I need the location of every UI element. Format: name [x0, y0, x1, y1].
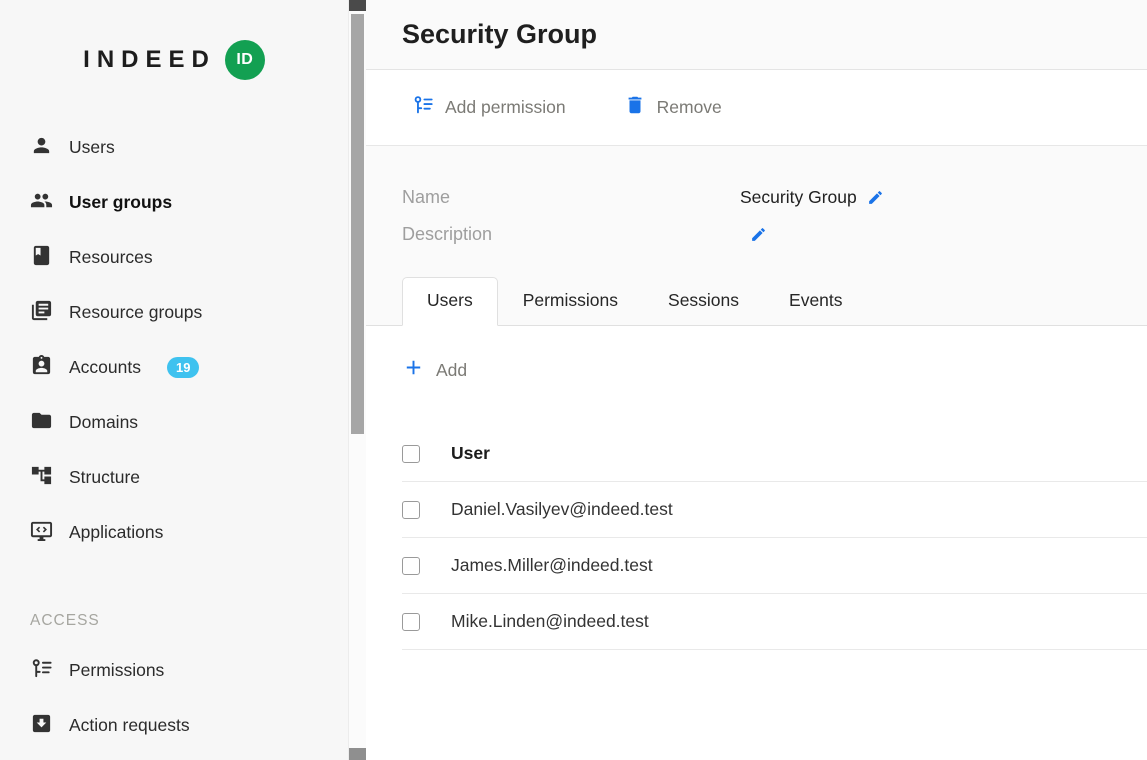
sidebar-item-resource-groups[interactable]: Resource groups	[0, 285, 348, 340]
group-details: Name Security Group Description	[366, 146, 1147, 253]
sidebar-nav: Users User groups Resources Resource gro…	[0, 120, 348, 753]
sidebar-item-label: Resources	[69, 247, 153, 268]
brand-logo-id-circle: ID	[225, 40, 265, 80]
tab-events[interactable]: Events	[764, 277, 868, 325]
sidebar-item-permissions[interactable]: Permissions	[0, 643, 348, 698]
user-group-icon	[30, 189, 53, 217]
sidebar-item-label: Users	[69, 137, 115, 158]
toolbar: Add permission Remove	[366, 70, 1147, 146]
tab-permissions[interactable]: Permissions	[498, 277, 643, 325]
user-email: Daniel.Vasilyev@indeed.test	[451, 499, 673, 520]
main-content: Security Group Add permission Remove Nam…	[366, 0, 1147, 760]
sidebar-scrollbar[interactable]	[348, 0, 366, 760]
add-user-label: Add	[436, 360, 467, 381]
sidebar-item-label: Accounts	[69, 357, 141, 378]
table-row[interactable]: Daniel.Vasilyev@indeed.test	[402, 482, 1147, 538]
tab-users[interactable]: Users	[402, 277, 498, 326]
structure-tree-icon	[30, 464, 53, 492]
remove-button[interactable]: Remove	[624, 94, 722, 121]
user-email: Mike.Linden@indeed.test	[451, 611, 649, 632]
page-header: Security Group	[366, 0, 1147, 70]
tab-bar: Users Permissions Sessions Events	[366, 277, 1147, 326]
sidebar-item-user-groups[interactable]: User groups	[0, 175, 348, 230]
table-header-row: User	[402, 426, 1147, 482]
resource-book-icon	[30, 244, 53, 272]
account-badge-icon	[30, 354, 53, 382]
domain-folder-icon	[30, 409, 53, 437]
sidebar-item-label: Permissions	[69, 660, 164, 681]
user-icon	[30, 134, 53, 162]
sidebar-item-domains[interactable]: Domains	[0, 395, 348, 450]
sidebar-item-users[interactable]: Users	[0, 120, 348, 175]
scrollbar-thumb[interactable]	[351, 14, 364, 434]
plus-icon	[402, 356, 425, 384]
header-checkbox-cell	[402, 445, 451, 463]
row-checkbox[interactable]	[402, 501, 420, 519]
add-user-button[interactable]: Add	[402, 356, 467, 384]
sidebar-item-applications[interactable]: Applications	[0, 505, 348, 560]
add-permission-button[interactable]: Add permission	[412, 94, 566, 121]
sidebar-item-label: Structure	[69, 467, 140, 488]
sidebar-section-access: ACCESS	[0, 612, 348, 630]
description-row: Description	[402, 216, 1111, 253]
sidebar-item-resources[interactable]: Resources	[0, 230, 348, 285]
user-column-header: User	[451, 443, 490, 464]
users-tab-panel: Add User Daniel.Vasilyev@indeed.test	[366, 326, 1147, 760]
sidebar-item-label: User groups	[69, 192, 172, 213]
name-label: Name	[402, 187, 740, 208]
scrollbar-up-arrow[interactable]	[349, 0, 366, 11]
sidebar-item-label: Resource groups	[69, 302, 202, 323]
users-table: User Daniel.Vasilyev@indeed.test James.M…	[402, 426, 1147, 650]
sidebar: INDEED ID Users User groups Resources Re…	[0, 0, 348, 760]
edit-name-pencil-icon[interactable]	[867, 189, 884, 206]
applications-monitor-icon	[30, 519, 53, 547]
permissions-key-icon	[30, 657, 53, 685]
row-checkbox-cell	[402, 613, 451, 631]
add-permission-label: Add permission	[445, 97, 566, 118]
select-all-checkbox[interactable]	[402, 445, 420, 463]
page-title: Security Group	[402, 19, 597, 50]
table-row[interactable]: James.Miller@indeed.test	[402, 538, 1147, 594]
action-requests-icon	[30, 712, 53, 740]
row-checkbox-cell	[402, 557, 451, 575]
brand-logo-text: INDEED	[83, 46, 216, 74]
scrollbar-down-arrow[interactable]	[349, 748, 366, 760]
row-checkbox[interactable]	[402, 613, 420, 631]
description-value	[740, 226, 767, 243]
sidebar-item-label: Domains	[69, 412, 138, 433]
tab-sessions[interactable]: Sessions	[643, 277, 764, 325]
user-email: James.Miller@indeed.test	[451, 555, 653, 576]
remove-label: Remove	[657, 97, 722, 118]
resource-group-icon	[30, 299, 53, 327]
trash-icon	[624, 94, 646, 121]
sidebar-item-action-requests[interactable]: Action requests	[0, 698, 348, 753]
sidebar-item-label: Action requests	[69, 715, 190, 736]
brand-logo: INDEED ID	[0, 0, 348, 120]
row-checkbox-cell	[402, 501, 451, 519]
permission-key-icon	[412, 94, 434, 121]
sidebar-item-label: Applications	[69, 522, 163, 543]
name-row: Name Security Group	[402, 179, 1111, 216]
table-row[interactable]: Mike.Linden@indeed.test	[402, 594, 1147, 650]
sidebar-item-accounts[interactable]: Accounts 19	[0, 340, 348, 395]
name-value: Security Group	[740, 187, 884, 208]
name-value-text: Security Group	[740, 187, 857, 208]
accounts-count-badge: 19	[167, 357, 199, 378]
sidebar-item-structure[interactable]: Structure	[0, 450, 348, 505]
app-root: INDEED ID Users User groups Resources Re…	[0, 0, 1147, 760]
description-label: Description	[402, 224, 740, 245]
row-checkbox[interactable]	[402, 557, 420, 575]
edit-description-pencil-icon[interactable]	[750, 226, 767, 243]
